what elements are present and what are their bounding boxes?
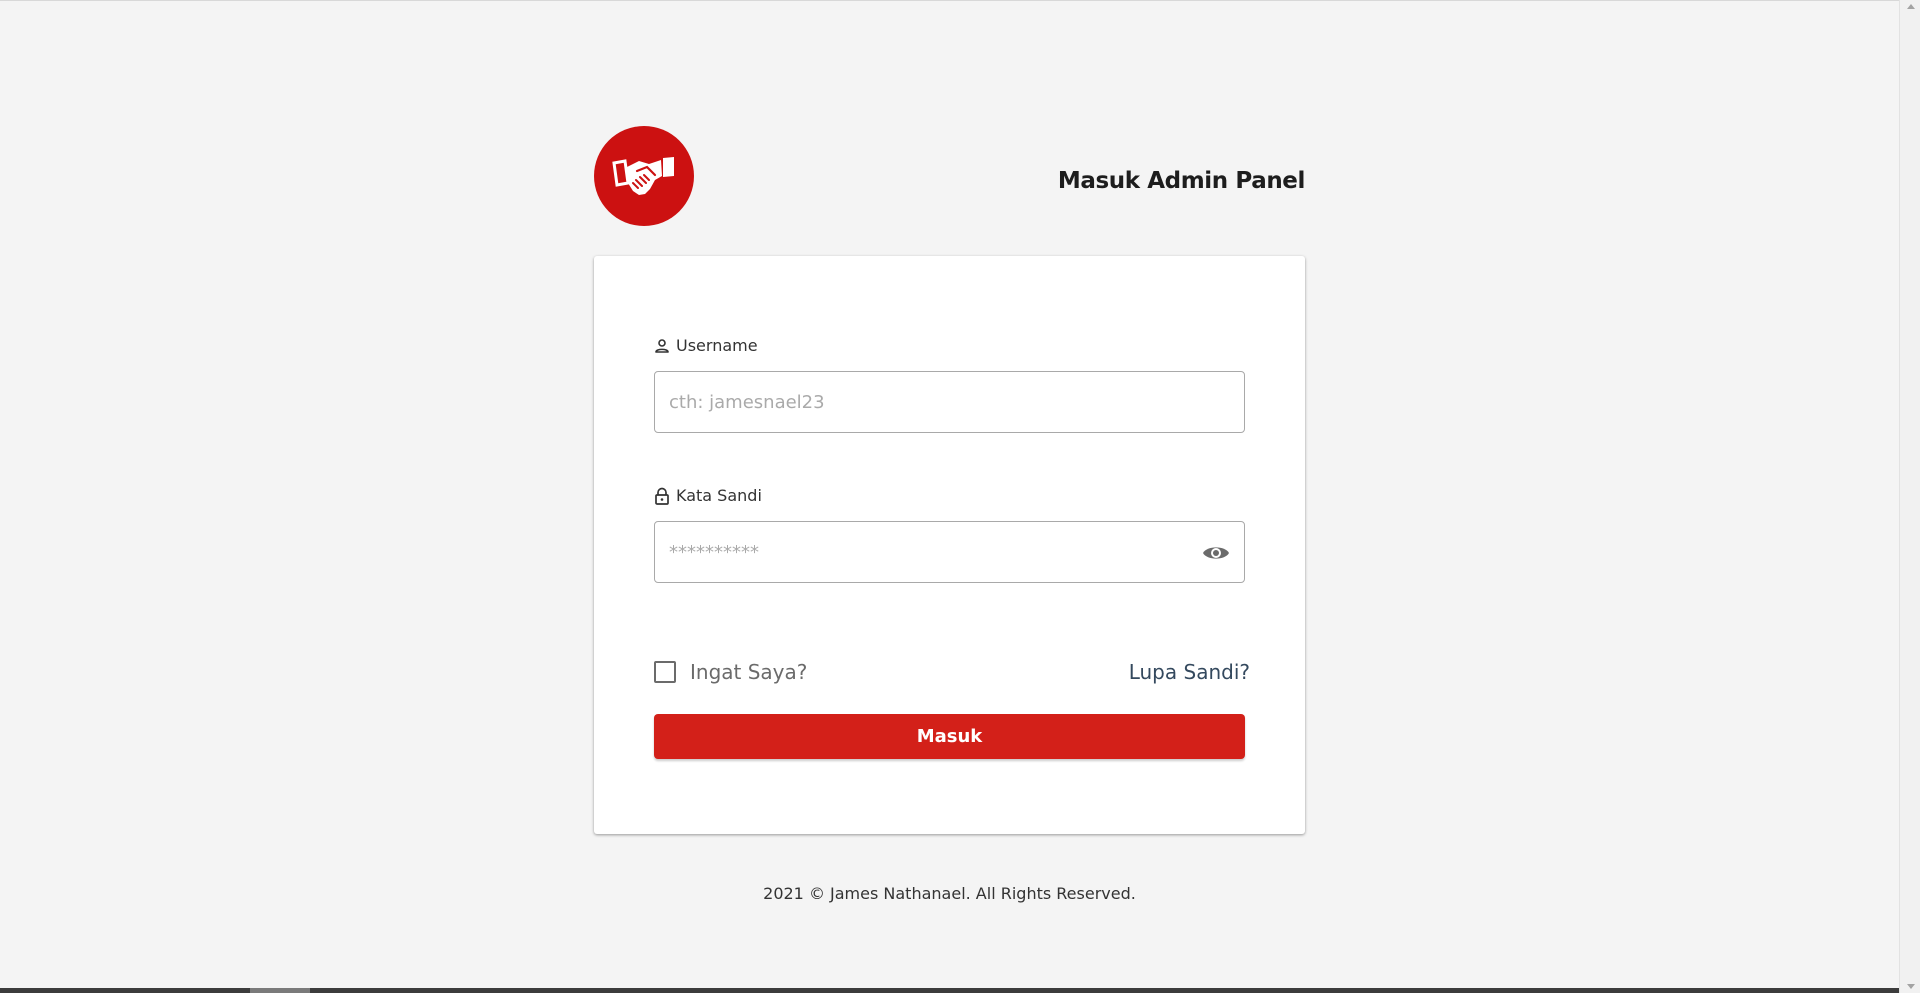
remember-label: Ingat Saya? — [690, 660, 808, 684]
username-label: Username — [654, 336, 758, 355]
forgot-password-link[interactable]: Lupa Sandi? — [1129, 660, 1250, 684]
username-label-text: Username — [676, 336, 758, 355]
username-field-box[interactable] — [654, 371, 1245, 433]
lock-icon — [655, 487, 669, 505]
logo — [594, 126, 694, 226]
login-card: Username Kata Sandi Ingat Saya? Lupa San… — [594, 256, 1305, 834]
footer-copyright: 2021 © James Nathanael. All Rights Reser… — [763, 884, 1136, 903]
remember-checkbox[interactable] — [654, 661, 676, 683]
vertical-scrollbar[interactable] — [1899, 0, 1920, 993]
horizontal-scroll-thumb[interactable] — [250, 988, 310, 993]
password-label-text: Kata Sandi — [676, 486, 762, 505]
horizontal-scrollbar[interactable] — [0, 988, 1899, 993]
page-title: Masuk Admin Panel — [1057, 168, 1305, 194]
remember-me[interactable]: Ingat Saya? — [654, 660, 807, 684]
password-label: Kata Sandi — [654, 486, 762, 505]
window-top-border — [0, 0, 1920, 1]
username-input[interactable] — [669, 372, 1189, 432]
password-input[interactable] — [669, 522, 1189, 582]
scroll-up-arrow-icon[interactable] — [1907, 4, 1915, 9]
handshake-icon — [612, 157, 674, 195]
scroll-down-arrow-icon[interactable] — [1907, 984, 1915, 989]
show-password-button[interactable] — [1202, 541, 1230, 565]
person-icon — [655, 338, 669, 353]
password-field-box[interactable] — [654, 521, 1245, 583]
eye-icon — [1203, 547, 1229, 559]
login-button[interactable]: Masuk — [654, 714, 1245, 759]
